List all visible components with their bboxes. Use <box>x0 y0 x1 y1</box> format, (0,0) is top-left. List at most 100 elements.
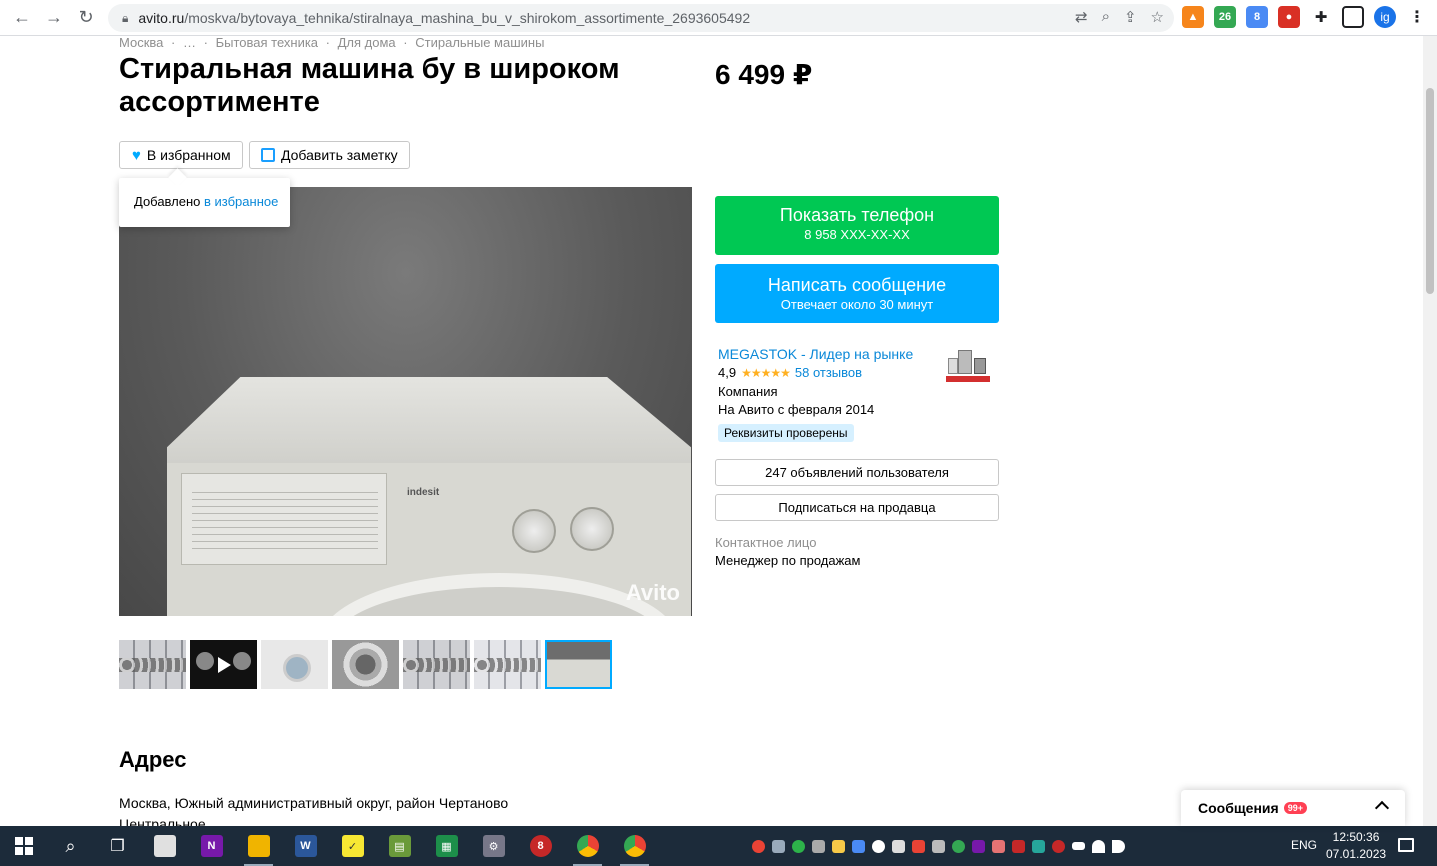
scrollbar-thumb[interactable] <box>1426 88 1434 294</box>
thumbnail[interactable] <box>403 640 470 689</box>
messages-badge: 99+ <box>1283 802 1307 814</box>
browser-toolbar: ← → ↻ 🔒︎ avito.ru/moskva/bytovaya_tehnik… <box>0 0 1437 36</box>
lock-icon: 🔒︎ <box>122 10 129 25</box>
messages-widget[interactable]: Сообщения 99+ <box>1181 790 1405 826</box>
subscribe-seller-button[interactable]: Подписаться на продавца <box>715 494 999 521</box>
favorite-button[interactable]: ♥ В избранном <box>119 141 243 169</box>
seller-name-link[interactable]: MEGASTOK - Лидер на рынке <box>718 346 913 362</box>
tray-icon[interactable] <box>952 839 965 853</box>
word-icon[interactable]: W <box>282 826 329 866</box>
extension-badge-icon-2[interactable]: 8 <box>1246 6 1268 28</box>
thumbnail[interactable] <box>474 640 541 689</box>
metamask-extension-icon[interactable]: ▲ <box>1182 6 1204 28</box>
tray-icon[interactable] <box>752 839 765 853</box>
search-icon[interactable]: ⌕ <box>47 826 94 866</box>
breadcrumb-item-ellipsis[interactable]: … <box>183 36 196 50</box>
favorite-label: В избранном <box>146 147 231 163</box>
tray-icon[interactable] <box>992 839 1005 853</box>
thumbnail[interactable] <box>119 640 186 689</box>
breadcrumb-item-washers[interactable]: Стиральные машины <box>415 36 544 50</box>
system-tray <box>752 826 1125 866</box>
volume-icon[interactable] <box>1112 839 1125 853</box>
favorites-link[interactable]: в избранное <box>204 194 278 209</box>
price: 6 499 ₽ <box>715 59 813 90</box>
clock[interactable]: 12:50:36 07.01.2023 <box>1326 829 1386 863</box>
language-indicator[interactable]: ENG <box>1291 838 1317 852</box>
menu-kebab-icon[interactable]: ⋮ <box>1406 6 1428 28</box>
windows-taskbar: ⌕ ❐ N W ✓ ▤ ▦ ⚙ 8 ENG 12:50:36 07.01.202… <box>0 826 1437 866</box>
url-path: /moskva/bytovaya_tehnika/stiralnaya_mash… <box>184 10 751 26</box>
add-note-button[interactable]: Добавить заметку <box>249 141 410 169</box>
show-phone-button[interactable]: Показать телефон 8 958 XXX-XX-XX <box>715 196 999 255</box>
breadcrumb-item-appliances[interactable]: Бытовая техника <box>216 36 318 50</box>
chrome-icon[interactable] <box>564 826 611 866</box>
reviews-link[interactable]: 58 отзывов <box>795 365 862 380</box>
notifications-icon[interactable] <box>1398 838 1414 852</box>
tray-icon[interactable] <box>1032 839 1045 853</box>
translate-icon[interactable]: ⇄ <box>1075 8 1088 26</box>
task-view-icon[interactable]: ❐ <box>94 826 141 866</box>
favorite-tooltip: Добавлено в избранное <box>119 178 290 227</box>
chart-app-icon[interactable]: ▤ <box>376 826 423 866</box>
tray-icon[interactable] <box>892 839 905 853</box>
share-icon[interactable]: ⇪ <box>1124 8 1137 26</box>
tray-icon[interactable] <box>1012 839 1025 853</box>
onenote-icon[interactable]: N <box>188 826 235 866</box>
battery-icon[interactable] <box>1072 842 1085 850</box>
extension-badge-icon[interactable]: 26 <box>1214 6 1236 28</box>
thumbnail[interactable] <box>261 640 328 689</box>
tray-icon[interactable] <box>832 839 845 853</box>
tray-icon[interactable] <box>1052 839 1065 853</box>
bookmark-star-icon[interactable]: ☆ <box>1151 8 1164 26</box>
tray-icon[interactable] <box>932 839 945 853</box>
write-message-button[interactable]: Написать сообщение Отвечает около 30 мин… <box>715 264 999 323</box>
rating-stars-icon: ★★★★★ <box>741 365 791 380</box>
tray-icon[interactable] <box>812 839 825 853</box>
file-explorer-icon[interactable] <box>235 826 282 866</box>
breadcrumb-item-home[interactable]: Для дома <box>338 36 396 50</box>
seller-logo[interactable] <box>946 348 990 384</box>
thumbnail[interactable] <box>332 640 399 689</box>
photo-thumbnails <box>119 640 612 689</box>
user-listings-button[interactable]: 247 объявлений пользователя <box>715 459 999 486</box>
windows-start-icon[interactable] <box>0 826 47 866</box>
extensions-puzzle-icon[interactable]: ✚ <box>1310 6 1332 28</box>
thumbnail-active[interactable] <box>545 640 612 689</box>
chevron-up-icon[interactable] <box>1374 800 1390 816</box>
eight-app-icon[interactable]: 8 <box>517 826 564 866</box>
side-panel-icon[interactable] <box>1342 6 1364 28</box>
video-thumbnail[interactable] <box>190 640 257 689</box>
phone-number-masked: 8 958 XXX-XX-XX <box>804 227 910 242</box>
shield-extension-icon[interactable]: ● <box>1278 6 1300 28</box>
main-photo[interactable]: indesit Avito <box>119 187 692 616</box>
breadcrumb-separator: · <box>403 36 408 50</box>
show-phone-label: Показать телефон <box>779 205 935 225</box>
telegram-icon[interactable] <box>772 839 785 853</box>
onenote-tray-icon[interactable] <box>972 839 985 853</box>
spreadsheet-icon[interactable]: ▦ <box>423 826 470 866</box>
photo-brand-label: indesit <box>407 487 440 498</box>
address-bar[interactable]: 🔒︎ avito.ru/moskva/bytovaya_tehnika/stir… <box>108 4 1174 32</box>
page-title: Стиральная машина бу в широком ассортиме… <box>119 53 620 118</box>
sticky-notes-icon[interactable]: ✓ <box>329 826 376 866</box>
reload-icon[interactable]: ↻ <box>70 2 102 34</box>
page-scrollbar[interactable] <box>1423 36 1437 826</box>
breadcrumb-item-moskva[interactable]: Москва <box>119 36 163 50</box>
chrome-profile-icon[interactable] <box>611 826 658 866</box>
verified-badge: Реквизиты проверены <box>718 424 854 442</box>
profile-avatar[interactable]: ig <box>1374 6 1396 28</box>
back-arrow-icon[interactable]: ← <box>6 2 38 34</box>
tool-app-icon[interactable]: ⚙ <box>470 826 517 866</box>
tray-icon[interactable] <box>852 839 865 853</box>
seller-type: Компания <box>718 384 778 399</box>
photo-knob-right <box>570 507 614 551</box>
tray-icon[interactable] <box>792 839 805 853</box>
forward-arrow-icon[interactable]: → <box>38 2 70 34</box>
tray-icon[interactable] <box>872 839 885 853</box>
zoom-icon[interactable]: ⌕ <box>1102 8 1110 26</box>
notes-app-icon[interactable] <box>141 826 188 866</box>
rating-value: 4,9 <box>718 365 737 380</box>
tray-icon[interactable] <box>912 839 925 853</box>
tooltip-text: Добавлено <box>134 194 201 209</box>
wifi-icon[interactable] <box>1092 839 1105 853</box>
